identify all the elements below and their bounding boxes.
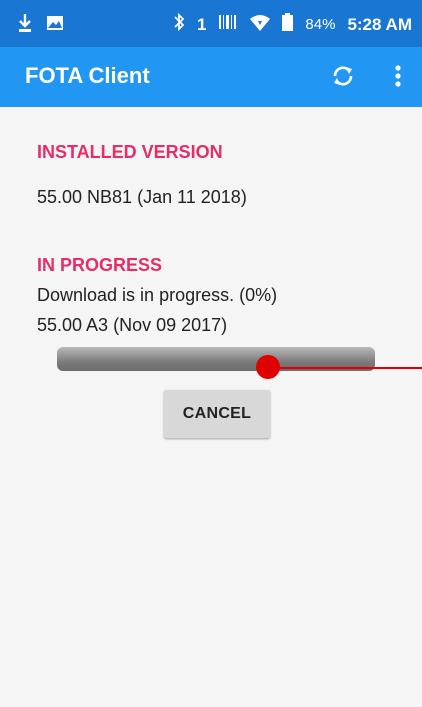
annotation-pointer-dot (256, 355, 280, 379)
cancel-button[interactable]: CANCEL (164, 390, 270, 438)
installed-version-heading: INSTALLED VERSION (37, 142, 223, 162)
download-version: 55.00 A3 (Nov 09 2017) (37, 315, 228, 335)
in-progress-heading: IN PROGRESS (37, 255, 163, 275)
installed-version-value: 55.00 NB81 (Jan 11 2018) (37, 187, 247, 207)
battery-percent: 84% (305, 16, 336, 33)
image-icon (46, 15, 64, 36)
battery-icon (282, 13, 294, 36)
wifi-icon (250, 14, 271, 36)
status-bar: 1 84% 5:28 AM (0, 0, 422, 47)
signal-number: 1 (196, 14, 207, 34)
download-icon (18, 13, 32, 38)
app-title: FOTA Client (25, 63, 150, 88)
bluetooth-icon (173, 12, 185, 37)
more-vert-icon[interactable] (394, 63, 402, 94)
barcode-icon (218, 13, 238, 36)
app-bar: FOTA Client (0, 47, 422, 107)
download-progress-bar (57, 347, 375, 373)
annotation-pointer-line (268, 367, 422, 369)
clock: 5:28 AM (347, 14, 412, 34)
sync-icon[interactable] (331, 63, 355, 94)
download-status: Download is in progress. (0%) (37, 285, 278, 305)
